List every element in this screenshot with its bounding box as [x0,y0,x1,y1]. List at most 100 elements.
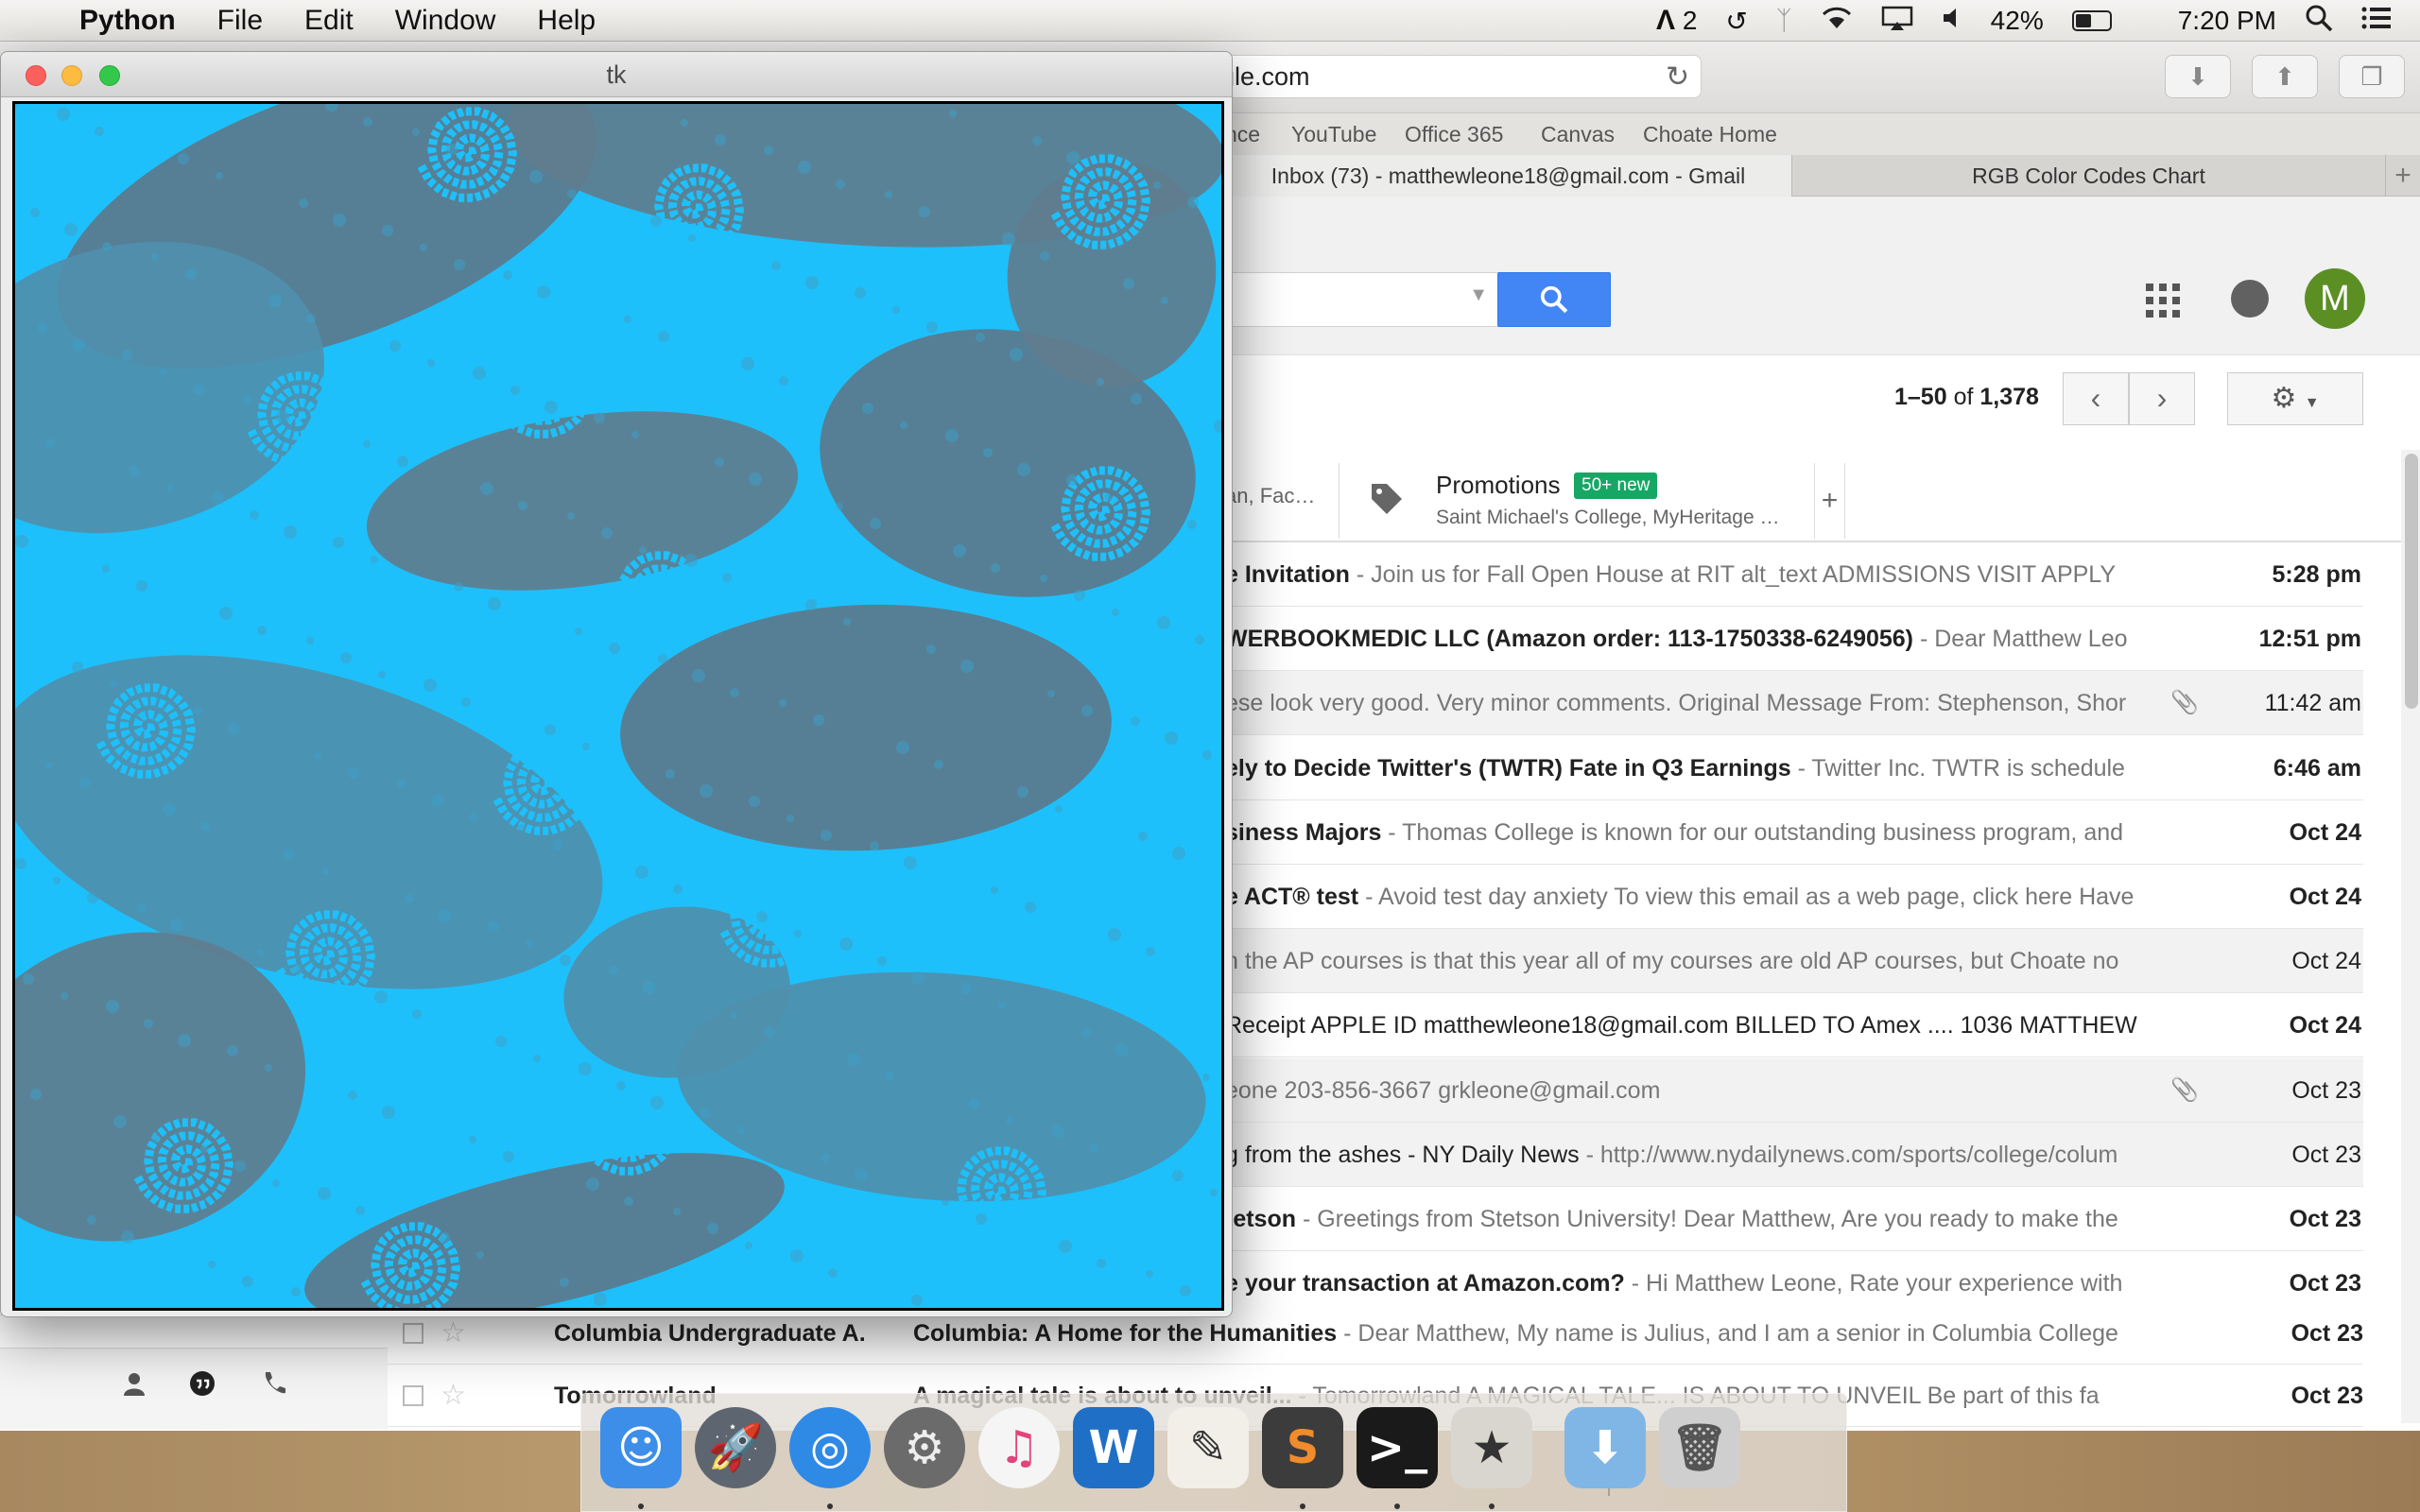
notification-center-icon[interactable] [2361,6,2392,37]
tab-promotions[interactable]: Promotions 50+ new Saint Michael's Colle… [1339,463,1815,539]
row-time: 11:42 am [2264,690,2361,717]
older-button[interactable]: › [2129,372,2195,425]
paperclip-icon: 📎 [2170,1076,2199,1103]
dock-icon-downloads[interactable]: ⬇ [1564,1407,1646,1488]
menu-window[interactable]: Window [395,5,496,37]
dock-icon-word[interactable]: W [1073,1407,1154,1488]
dock-icon-launchpad[interactable]: 🚀 [695,1407,776,1488]
row-subject: ely to Decide Twitter's (TWTR) Fate in Q… [1225,754,1791,782]
count-of: of [1953,384,1974,410]
menu-help[interactable]: Help [537,5,596,37]
row-time: 6:46 am [2273,754,2361,782]
tabs-overview-button[interactable]: ❐ [2339,55,2405,98]
battery-icon[interactable] [2071,10,2112,31]
running-indicator [1394,1503,1400,1509]
gear-icon: ⚙ [2271,383,2297,414]
chevron-down-icon: ▼ [2304,395,2320,411]
favorite-youtube[interactable]: YouTube [1291,122,1376,147]
spotlight-icon[interactable] [2305,4,2333,39]
row-subject: e Invitation [1225,561,1350,588]
row-subject: e ACT® test [1225,884,1359,910]
time-machine-icon[interactable]: ↺ [1725,6,1747,37]
star-icon[interactable]: ☆ [441,1365,466,1426]
dock-icon-trash[interactable]: 🗑 [1659,1407,1740,1488]
clock[interactable]: 7:20 PM [2178,6,2276,36]
address-bar[interactable]: gle.com [1172,55,1702,98]
battery-percent[interactable]: 42% [1991,6,2044,36]
tag-icon [1372,484,1402,514]
window-title-bar[interactable]: tk [1,52,1232,97]
favorite-office365[interactable]: Office 365 [1405,122,1503,147]
row-time: Oct 23 [2289,1206,2361,1232]
row-time: Oct 23 [2290,1383,2363,1409]
running-indicator [1489,1503,1495,1509]
row-snippet: - Twitter Inc. TWTR is schedule [1790,754,2125,782]
airplay-icon[interactable] [1881,6,1913,37]
newer-button[interactable]: ‹ [2063,372,2129,425]
app-menu[interactable]: Python [79,5,176,37]
favorite-choate-home[interactable]: Choate Home [1643,122,1777,147]
dock-icon-itunes[interactable]: ♫ [978,1407,1060,1488]
dock-icon-finder[interactable]: ☺ [600,1407,682,1488]
row-snippet: Receipt APPLE ID matthewleone18@gmail.co… [1225,1012,2137,1040]
new-count-badge: 50+ new [1574,472,1658,499]
volume-icon[interactable] [1942,6,1962,37]
bluetooth-icon[interactable]: ᛉ [1776,6,1792,36]
menu-edit[interactable]: Edit [304,5,354,37]
phone-icon[interactable] [255,1369,293,1407]
row-subject-container: Receipt APPLE ID matthewleone18@gmail.co… [1225,993,2157,1057]
new-tab-button[interactable]: + [2386,155,2420,197]
menu-bar: Python File Edit Window Help Λ 2 ↺ ᛉ 42%… [0,0,2420,42]
add-category-button[interactable]: + [1815,463,1845,539]
favorite-canvas[interactable]: Canvas [1541,122,1615,147]
window-title: tk [606,60,627,89]
tabs-icon: ❐ [2360,62,2383,91]
contacts-icon[interactable] [115,1369,153,1407]
chevron-right-icon: › [2156,381,2168,415]
tab-gmail[interactable]: Inbox (73) - matthewleone18@gmail.com - … [1225,155,1792,197]
share-button[interactable]: ⬆ [2252,55,2318,98]
tab-rgb-chart[interactable]: RGB Color Codes Chart [1792,155,2386,197]
row-snippet: - Join us for Fall Open House at RIT alt… [1349,561,2117,588]
dock-icon-pages[interactable]: ✎ [1167,1407,1249,1488]
wifi-icon[interactable] [1821,6,1853,37]
row-snippet: - Dear Matthew Leo [1913,626,2128,653]
tab-social-snippet[interactable]: an, Fac… [1225,484,1315,508]
reload-icon[interactable]: ↻ [1666,60,1689,94]
dock-icon-python-launcher[interactable]: ★ [1451,1407,1532,1488]
row-snippet: - Greetings from Stetson University! Dea… [1296,1206,2118,1232]
julia-fractal-image [0,36,1227,1323]
row-time: Oct 23 [2291,1141,2361,1168]
notifications-bell-icon[interactable] [2231,280,2269,318]
settings-button[interactable]: ⚙ ▼ [2227,372,2363,425]
gmail-search-input[interactable]: ▼ [1219,272,1499,327]
row-checkbox[interactable] [403,1385,424,1406]
fractal-canvas[interactable] [0,36,1227,1323]
row-subject-container: ely to Decide Twitter's (TWTR) Fate in Q… [1225,736,2157,800]
row-subject-container: tetson - Greetings from Stetson Universi… [1225,1187,2157,1251]
google-apps-icon[interactable] [2146,284,2180,318]
close-button[interactable] [26,65,46,86]
gmail-search-button[interactable] [1497,272,1611,327]
dock-icon-safari[interactable]: ◎ [789,1407,871,1488]
hangouts-chat-icon[interactable] [183,1369,221,1407]
minimize-button[interactable] [61,65,82,86]
row-checkbox[interactable] [403,1323,424,1344]
downloads-button[interactable]: ⬇ [2165,55,2231,98]
row-time: 12:51 pm [2258,626,2361,653]
adobe-menulet[interactable]: Λ 2 [1656,5,1697,37]
menu-file[interactable]: File [217,5,263,37]
dock-icon-terminal[interactable]: >_ [1357,1407,1438,1488]
zoom-button[interactable] [99,65,120,86]
hangouts-bar [0,1348,388,1429]
search-options-icon[interactable]: ▼ [1469,284,1488,306]
dock-icon-system-preferences[interactable]: ⚙ [884,1407,965,1488]
row-time: Oct 24 [2291,948,2361,975]
account-avatar[interactable]: M [2305,268,2365,329]
adobe-badge: 2 [1682,6,1698,35]
chevron-left-icon: ‹ [2090,381,2101,415]
scrollbar-thumb[interactable] [2405,454,2418,709]
row-time: Oct 23 [2290,1320,2363,1347]
dock-icon-sublime-text[interactable]: S [1262,1407,1343,1488]
row-snippet: - Dear Matthew, My name is Julius, and I… [1337,1320,2118,1347]
